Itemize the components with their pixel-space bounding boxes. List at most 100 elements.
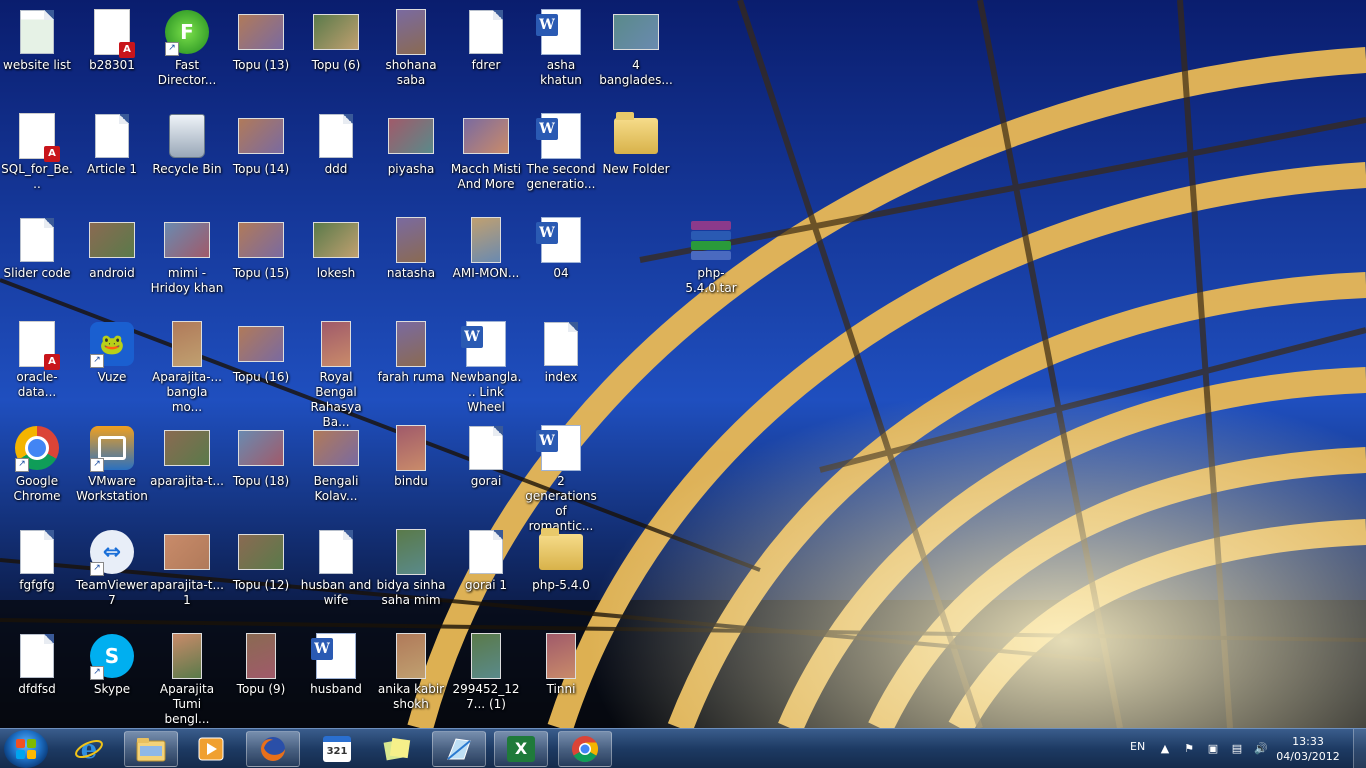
image-thumbnail-icon: [89, 222, 135, 258]
desktop-icon-label: SQL_for_Be...: [1, 162, 73, 191]
action-center-flag-icon[interactable]: ⚑: [1182, 742, 1196, 756]
desktop-icon-husban-and-wife[interactable]: husban and wife: [299, 524, 373, 624]
taskbar-chrome[interactable]: [558, 731, 612, 767]
desktop-icon-topu-6[interactable]: Topu (6): [299, 4, 373, 104]
desktop-icon-dfdfsd[interactable]: dfdfsd: [0, 628, 74, 728]
desktop-icon-vmware[interactable]: ↗ VMware Workstation: [75, 420, 149, 520]
taskbar-snipping-tool[interactable]: [432, 731, 486, 767]
image-thumbnail-icon: [246, 633, 276, 679]
desktop-icon-vuze[interactable]: 🐸 ↗ Vuze: [75, 316, 149, 416]
taskbar-excel[interactable]: X: [494, 731, 548, 767]
desktop-icon-299452[interactable]: 299452_127... (1): [449, 628, 523, 728]
internet-explorer-icon: e: [75, 735, 103, 764]
desktop-icon-topu-18[interactable]: Topu (18): [224, 420, 298, 520]
taskbar-calendar[interactable]: 321: [310, 731, 364, 767]
desktop-icon-04[interactable]: W 04: [524, 212, 598, 312]
desktop-icon-macch-misti[interactable]: Macch Misti And More: [449, 108, 523, 208]
desktop-icon-fgfgfg[interactable]: fgfgfg: [0, 524, 74, 624]
desktop-icon-article-1[interactable]: Article 1: [75, 108, 149, 208]
language-indicator[interactable]: EN: [1130, 740, 1145, 753]
desktop-icon-slider-code[interactable]: Slider code: [0, 212, 74, 312]
desktop-icon-bindu[interactable]: bindu: [374, 420, 448, 520]
volume-icon[interactable]: 🔊: [1254, 742, 1268, 756]
desktop-icon-the-second[interactable]: W The second generatio...: [524, 108, 598, 208]
desktop-icon-index[interactable]: index: [524, 316, 598, 416]
desktop-icon-gorai[interactable]: gorai: [449, 420, 523, 520]
shortcut-arrow-icon: ↗: [90, 458, 104, 472]
desktop-icon-label: Topu (12): [232, 578, 290, 592]
desktop-icon-recycle-bin[interactable]: Recycle Bin: [150, 108, 224, 208]
desktop-icon-teamviewer[interactable]: ⇔ ↗ TeamViewer 7: [75, 524, 149, 624]
desktop-icon-farah-ruma[interactable]: farah ruma: [374, 316, 448, 416]
desktop-icon-topu-16[interactable]: Topu (16): [224, 316, 298, 416]
desktop-icon-aparajita-t1[interactable]: aparajita-t...: [150, 420, 224, 520]
desktop-icon-royal-bengal[interactable]: Royal Bengal Rahasya Ba...: [299, 316, 373, 429]
desktop-icon-aparajita-bangla[interactable]: Aparajita-... bangla mo...: [150, 316, 224, 416]
desktop-icon-shohana-saba[interactable]: shohana saba: [374, 4, 448, 104]
desktop-icon-label: natasha: [386, 266, 436, 280]
image-thumbnail-icon: [238, 118, 284, 154]
desktop-icon-topu-13[interactable]: Topu (13): [224, 4, 298, 104]
desktop-icon-natasha[interactable]: natasha: [374, 212, 448, 312]
desktop-icon-label: Fast Director...: [157, 58, 217, 87]
desktop-icon-topu-9[interactable]: Topu (9): [224, 628, 298, 728]
desktop-icon-website-list[interactable]: website list: [0, 4, 74, 104]
desktop-icon-topu-15[interactable]: Topu (15): [224, 212, 298, 312]
taskbar-sticky-notes[interactable]: [370, 731, 424, 767]
show-desktop-button[interactable]: [1353, 729, 1366, 768]
desktop-icon-topu-12[interactable]: Topu (12): [224, 524, 298, 624]
clock[interactable]: 13:33 04/03/2012: [1276, 734, 1340, 764]
desktop-icon-sql-for-be[interactable]: A SQL_for_Be...: [0, 108, 74, 208]
desktop-icon-skype[interactable]: S ↗ Skype: [75, 628, 149, 728]
device-icon[interactable]: ▣: [1206, 742, 1220, 756]
taskbar-firefox[interactable]: [246, 731, 300, 767]
media-player-icon: [198, 737, 224, 761]
desktop-icon-label: piyasha: [387, 162, 435, 176]
desktop-icon-label: 4 banglades...: [599, 58, 673, 87]
desktop-icon-mimi[interactable]: mimi - Hridoy khan: [150, 212, 224, 312]
desktop-icon-php-540[interactable]: php-5.4.0: [524, 524, 598, 624]
desktop-icon-ddd[interactable]: ddd: [299, 108, 373, 208]
desktop-icon-android[interactable]: android: [75, 212, 149, 312]
image-thumbnail-icon: [313, 430, 359, 466]
desktop-icon-asha-khatun[interactable]: Washa khatun: [524, 4, 598, 104]
desktop-icon-tinni[interactable]: Tinni: [524, 628, 598, 728]
desktop-icon-label: php-5.4.0.tar: [685, 266, 737, 295]
desktop-icon-fdrer[interactable]: fdrer: [449, 4, 523, 104]
desktop[interactable]: website list Ab28301 F ↗ Fast Director... Top…: [0, 0, 1366, 728]
desktop-icon-bidya-sinha[interactable]: bidya sinha saha mim: [374, 524, 448, 624]
desktop-icon-label: Macch Misti And More: [450, 162, 522, 191]
network-icon[interactable]: ▤: [1230, 742, 1244, 756]
desktop-icon-lokesh[interactable]: lokesh: [299, 212, 373, 312]
desktop-icon-aparajita-tumi[interactable]: Aparajita Tumi bengl...: [150, 628, 224, 728]
desktop-icon-anika-kabir[interactable]: anika kabir shokh: [374, 628, 448, 728]
taskbar-internet-explorer[interactable]: e: [62, 731, 116, 767]
acrobat-badge-icon: A: [119, 42, 135, 58]
start-button[interactable]: [4, 730, 48, 768]
desktop-icon-label: php-5.4.0: [532, 578, 590, 592]
desktop-icon-4-banglades[interactable]: 4 banglades...: [599, 4, 673, 104]
desktop-icon-php-tar[interactable]: php-5.4.0.tar: [674, 212, 748, 312]
taskbar-windows-explorer[interactable]: [124, 731, 178, 767]
desktop-icon-gorai-1[interactable]: gorai 1: [449, 524, 523, 624]
desktop-icon-b28301[interactable]: Ab28301: [75, 4, 149, 104]
desktop-icon-2-generations[interactable]: W2 generations of romantic...: [524, 420, 598, 533]
desktop-icon-oracle-data[interactable]: Aoracle-data...: [0, 316, 74, 416]
taskbar-media-player[interactable]: [184, 731, 238, 767]
desktop-icon-google-chrome[interactable]: ↗ Google Chrome: [0, 420, 74, 520]
image-thumbnail-icon: [396, 633, 426, 679]
desktop-icon-newbangla[interactable]: W Newbangla... Link Wheel: [449, 316, 523, 416]
desktop-icon-husband[interactable]: Whusband: [299, 628, 373, 728]
desktop-icon-fast-director[interactable]: F ↗ Fast Director...: [150, 4, 224, 104]
desktop-icon-topu-14[interactable]: Topu (14): [224, 108, 298, 208]
desktop-icon-aparajita-t2[interactable]: aparajita-t... 1: [150, 524, 224, 624]
desktop-icon-bengali-kolav[interactable]: Bengali Kolav...: [299, 420, 373, 520]
desktop-icon-ami-mon[interactable]: AMI-MON...: [449, 212, 523, 312]
image-thumbnail-icon: [238, 326, 284, 362]
desktop-icon-new-folder[interactable]: New Folder: [599, 108, 673, 208]
desktop-icon-label: bindu: [394, 474, 428, 488]
show-hidden-icons-arrow-icon[interactable]: ▲: [1158, 742, 1172, 756]
image-thumbnail-icon: [164, 222, 210, 258]
desktop-icon-label: Topu (14): [232, 162, 290, 176]
desktop-icon-piyasha[interactable]: piyasha: [374, 108, 448, 208]
